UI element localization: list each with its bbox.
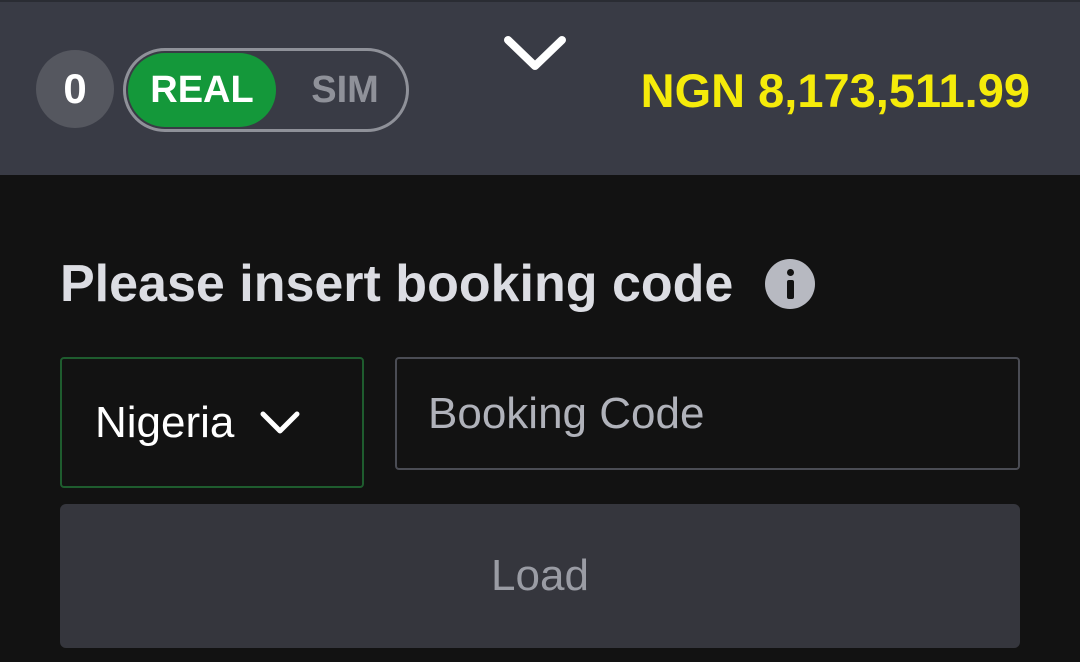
page-title: Please insert booking code bbox=[60, 255, 734, 313]
booking-code-input[interactable] bbox=[395, 357, 1020, 470]
info-icon[interactable] bbox=[765, 259, 816, 309]
booking-title-row: Please insert booking code bbox=[60, 252, 816, 316]
mode-sim-option[interactable]: SIM bbox=[286, 53, 404, 127]
bet-count-badge[interactable]: 0 bbox=[36, 50, 114, 128]
top-bar: 0 REAL SIM NGN 8,173,511.99 bbox=[0, 0, 1080, 175]
mode-real-option[interactable]: REAL bbox=[128, 53, 276, 127]
country-select[interactable]: Nigeria bbox=[60, 357, 364, 488]
real-sim-toggle[interactable]: REAL SIM bbox=[123, 48, 409, 132]
country-selected-value: Nigeria bbox=[95, 397, 235, 447]
chevron-down-icon[interactable] bbox=[500, 30, 570, 80]
load-button[interactable]: Load bbox=[60, 504, 1020, 648]
chevron-down-icon bbox=[260, 411, 300, 433]
account-balance: NGN 8,173,511.99 bbox=[640, 63, 1030, 117]
